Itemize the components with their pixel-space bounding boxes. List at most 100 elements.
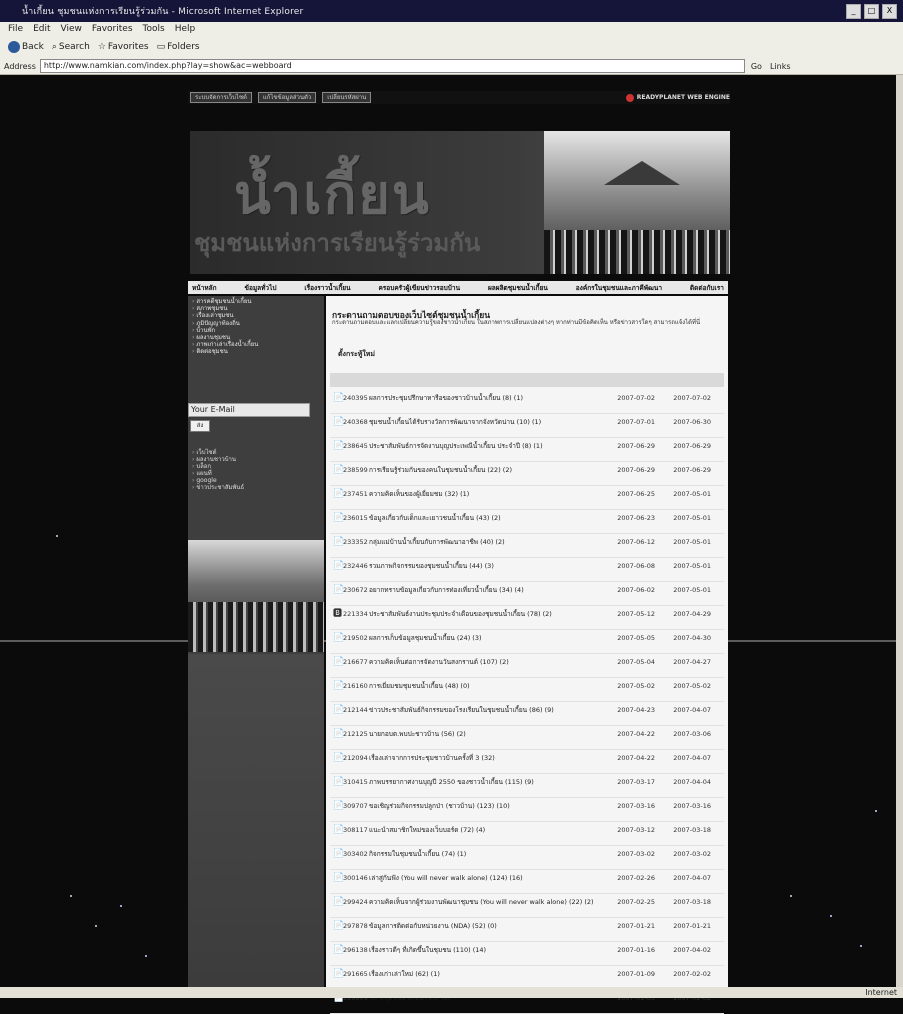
table-row[interactable]: 📄 308117 แนะนำสมาชิกใหม่ของเว็บบอร์ด (72) … [330, 822, 724, 846]
table-row[interactable]: 📄 219502 ผลการเก็บข้อมูลชุมชนน้ำเกี้ยน (24… [330, 630, 724, 654]
topic-title[interactable]: เล่าสู่กันฟัง (You will never walk alone… [369, 874, 599, 882]
sidebar-item[interactable]: ภาพเก่าเล่าเรื่องน้ำเกี้ยน [192, 341, 320, 348]
topic-title[interactable]: ข้อมูลการติดต่อกับหน่วยงาน (NDA) (52) (0… [369, 922, 599, 930]
sidebar-item[interactable]: ภูมิปัญญาท้องถิ่น [192, 320, 320, 327]
nav-home[interactable]: หน้าหลัก [192, 283, 217, 293]
window-title: น้ำเกี้ยน ชุมชนแห่งการเรียนรู้ร่วมกัน - … [22, 7, 304, 17]
topic-title[interactable]: ข้อมูลเกี่ยวกับเด็กและเยาวชนน้ำเกี้ยน (4… [369, 514, 599, 522]
newsletter-send-button[interactable]: ส่ง [190, 420, 210, 432]
topic-title[interactable]: ประชาสัมพันธ์การจัดงานบุญประเพณีน้ำเกี้ย… [369, 442, 599, 450]
newsletter-email-input[interactable]: Your E-Mail [188, 403, 310, 417]
sidebar-item[interactable]: ติดต่อชุมชน [192, 348, 320, 355]
table-row[interactable]: 📄 240368 ชุมชนน้ำเกี้ยนได้รับรางวัลการพัฒน… [330, 414, 724, 438]
table-row[interactable]: 📄 238645 ประชาสัมพันธ์การจัดงานบุญประเพณีน… [330, 438, 724, 462]
table-row[interactable]: 📄 216677 ความคิดเห็นต่อการจัดงานวันสงกรานต… [330, 654, 724, 678]
topic-title[interactable]: ผลการประชุมปรึกษาหารือของชาวบ้านน้ำเกี้ย… [369, 394, 599, 402]
menu-favorites[interactable]: Favorites [92, 24, 133, 34]
sidebar-link[interactable]: แผนที่ [192, 470, 244, 477]
new-topic-link[interactable]: ตั้งกระทู้ใหม่ [338, 349, 375, 360]
nav-contact[interactable]: ติดต่อกับเรา [690, 283, 724, 293]
menu-edit[interactable]: Edit [33, 24, 50, 34]
sidebar-item[interactable]: เรื่องเล่าชุมชน [192, 312, 320, 319]
topic-icon: 📄 [333, 705, 345, 715]
table-row[interactable]: 📄 296138 เรื่องราวดีๆ ที่เกิดขึ้นในชุมชน (… [330, 942, 724, 966]
topic-title[interactable]: กิจกรรมในชุมชนน้ำเกี้ยน (74) (1) [369, 850, 599, 858]
vertical-scrollbar[interactable] [896, 75, 903, 987]
go-button[interactable]: Go [751, 62, 762, 71]
maximize-button[interactable]: □ [864, 4, 879, 19]
table-row[interactable]: 📄 212144 ข่าวประชาสัมพันธ์กิจกรรมของโรงเรี… [330, 702, 724, 726]
nav-products[interactable]: ผลผลิตชุมชนน้ำเกี้ยน [488, 283, 548, 293]
topic-title[interactable]: ขอเชิญร่วมกิจกรรมปลูกป่า (ชาวบ้าน) (123)… [369, 802, 599, 810]
address-input[interactable]: http://www.namkian.com/index.php?lay=sho… [39, 59, 745, 73]
topic-title[interactable]: ผลการเก็บข้อมูลชุมชนน้ำเกี้ยน (24) (3) [369, 634, 599, 642]
table-row[interactable]: 📄 237451 ความคิดเห็นของผู้เยี่ยมชม (32) (1… [330, 486, 724, 510]
topic-title[interactable]: เรื่องเล่าจากการประชุมชาวบ้านครั้งที่ 3 … [369, 754, 599, 762]
sidebar-link[interactable]: ข่าวประชาสัมพันธ์ [192, 484, 244, 491]
table-row[interactable]: 📄 310415 ภาพบรรยากาศงานบุญปี 2550 ของชาวน้… [330, 774, 724, 798]
topic-title[interactable]: ภาพบรรยากาศงานบุญปี 2550 ของชาวน้ำเกี้ยน… [369, 778, 599, 786]
profile-link[interactable]: แก้ไขข้อมูลส่วนตัว [257, 92, 317, 103]
close-button[interactable]: X [882, 4, 897, 19]
table-row[interactable]: 📄 233352 กลุ่มแม่บ้านน้ำเกี้ยนกับการพัฒนาอ… [330, 534, 724, 558]
nav-general-info[interactable]: ข้อมูลทั่วไป [245, 283, 277, 293]
favorites-button[interactable]: ☆ Favorites [98, 42, 149, 52]
table-row[interactable]: 📄 238599 การเรียนรู้ร่วมกันของคนในชุมชนน้ำ… [330, 462, 724, 486]
topic-title[interactable]: ข่าวประชาสัมพันธ์กิจกรรมของโรงเรียนในชุม… [369, 706, 599, 714]
table-row[interactable]: 📄 216160 การเยี่ยมชมชุมชนน้ำเกี้ยน (48) (0… [330, 678, 724, 702]
topic-title[interactable]: นายกอบต.พบปะชาวบ้าน (56) (2) [369, 730, 599, 738]
topic-title[interactable]: ชุมชนน้ำเกี้ยนได้รับรางวัลการพัฒนาจากจัง… [369, 418, 599, 426]
nav-organizations[interactable]: องค์กรในชุมชนและภาคีพัฒนา [576, 283, 662, 293]
table-row[interactable]: 📄 236015 ข้อมูลเกี่ยวกับเด็กและเยาวชนน้ำเก… [330, 510, 724, 534]
table-row[interactable]: 📄 309707 ขอเชิญร่วมกิจกรรมปลูกป่า (ชาวบ้าน… [330, 798, 724, 822]
menu-view[interactable]: View [61, 24, 82, 34]
topic-title[interactable]: ประชาสัมพันธ์งานประชุมประจำเดือนของชุมชน… [369, 610, 599, 618]
sidebar-item[interactable]: สารคดีชุมชนน้ำเกี้ยน [192, 298, 320, 305]
table-row[interactable]: 📄 212125 นายกอบต.พบปะชาวบ้าน (56) (2) 2007-… [330, 726, 724, 750]
table-row[interactable]: 📄 300146 เล่าสู่กันฟัง (You will never wal… [330, 870, 724, 894]
menu-tools[interactable]: Tools [143, 24, 165, 34]
folders-button[interactable]: ▭ Folders [157, 42, 200, 52]
links-button[interactable]: Links [770, 62, 791, 71]
menu-help[interactable]: Help [175, 24, 196, 34]
topic-title[interactable]: เรื่องเก่าเล่าใหม่ (62) (1) [369, 970, 599, 978]
sidebar-link[interactable]: บล็อก [192, 463, 244, 470]
table-row[interactable]: 📄 297878 ข้อมูลการติดต่อกับหน่วยงาน (NDA) … [330, 918, 724, 942]
table-row[interactable]: 📄 212094 เรื่องเล่าจากการประชุมชาวบ้านครั้… [330, 750, 724, 774]
topic-title[interactable]: รวมภาพกิจกรรมของชุมชนน้ำเกี้ยน (44) (3) [369, 562, 599, 570]
topic-title[interactable]: อยากทราบข้อมูลเกี่ยวกับการท่องเที่ยวน้ำเ… [369, 586, 599, 594]
menu-file[interactable]: File [8, 24, 23, 34]
nav-reporters[interactable]: ครอบครัวผู้เขียนข่าวรอบบ้าน [378, 283, 460, 293]
topic-posted-date: 2007-05-05 [617, 634, 655, 642]
sidebar-link[interactable]: google [192, 477, 244, 484]
table-row[interactable]: 📄 232446 รวมภาพกิจกรรมของชุมชนน้ำเกี้ยน (4… [330, 558, 724, 582]
minimize-button[interactable]: _ [846, 4, 861, 19]
table-row[interactable]: 🅱 221334 ประชาสัมพันธ์งานประชุมประจำเดือนข… [330, 606, 724, 630]
topic-title[interactable]: ความคิดเห็นต่อการจัดงานวันสงกรานต์ (107)… [369, 658, 599, 666]
nav-stories[interactable]: เรื่องราวน้ำเกี้ยน [304, 283, 350, 293]
back-button[interactable]: Back [8, 41, 44, 53]
readyplanet-badge[interactable]: READYPLANET WEB ENGINE [625, 93, 730, 102]
topic-title[interactable]: แนะนำสมาชิกใหม่ของเว็บบอร์ด (72) (4) [369, 826, 599, 834]
topic-title[interactable]: การเยี่ยมชมชุมชนน้ำเกี้ยน (48) (0) [369, 682, 599, 690]
sidebar-link[interactable]: ผลงานชาวบ้าน [192, 456, 244, 463]
topic-id: 303402 [343, 850, 368, 858]
search-label: Search [58, 42, 90, 52]
table-row[interactable]: 📄 230672 อยากทราบข้อมูลเกี่ยวกับการท่องเที… [330, 582, 724, 606]
topic-title[interactable]: การเรียนรู้ร่วมกันของคนในชุมชนน้ำเกี้ยน … [369, 466, 599, 474]
table-row[interactable]: 📄 303402 กิจกรรมในชุมชนน้ำเกี้ยน (74) (1) 2… [330, 846, 724, 870]
topic-title[interactable]: เรื่องราวดีๆ ที่เกิดขึ้นในชุมชน (110) (1… [369, 946, 599, 954]
address-bar: Address http://www.namkian.com/index.php… [0, 58, 903, 75]
search-button[interactable]: ⌕ Search [52, 42, 90, 52]
table-row[interactable]: 📄 240395 ผลการประชุมปรึกษาหารือของชาวบ้านน… [330, 390, 724, 414]
sidebar-link[interactable]: เว็บไซต์ [192, 449, 244, 456]
sidebar-item[interactable]: บ้านพัก [192, 327, 320, 334]
webboard-description: กระดานถามตอบและแลกเปลี่ยนความรู้ของชาวน้… [332, 319, 701, 326]
password-link[interactable]: เปลี่ยนรหัสผ่าน [322, 92, 372, 103]
topic-title[interactable]: กลุ่มแม่บ้านน้ำเกี้ยนกับการพัฒนาอาชีพ (4… [369, 538, 599, 546]
admin-link[interactable]: ระบบจัดการเว็บไซต์ [190, 92, 252, 103]
topic-title[interactable]: ความคิดเห็นของผู้เยี่ยมชม (32) (1) [369, 490, 599, 498]
topic-posted-date: 2007-06-23 [617, 514, 655, 522]
topic-title[interactable]: ความคิดเห็นจากผู้ร่วมงานพัฒนาชุมชน (You … [369, 898, 599, 906]
table-row[interactable]: 📄 299424 ความคิดเห็นจากผู้ร่วมงานพัฒนาชุมช… [330, 894, 724, 918]
